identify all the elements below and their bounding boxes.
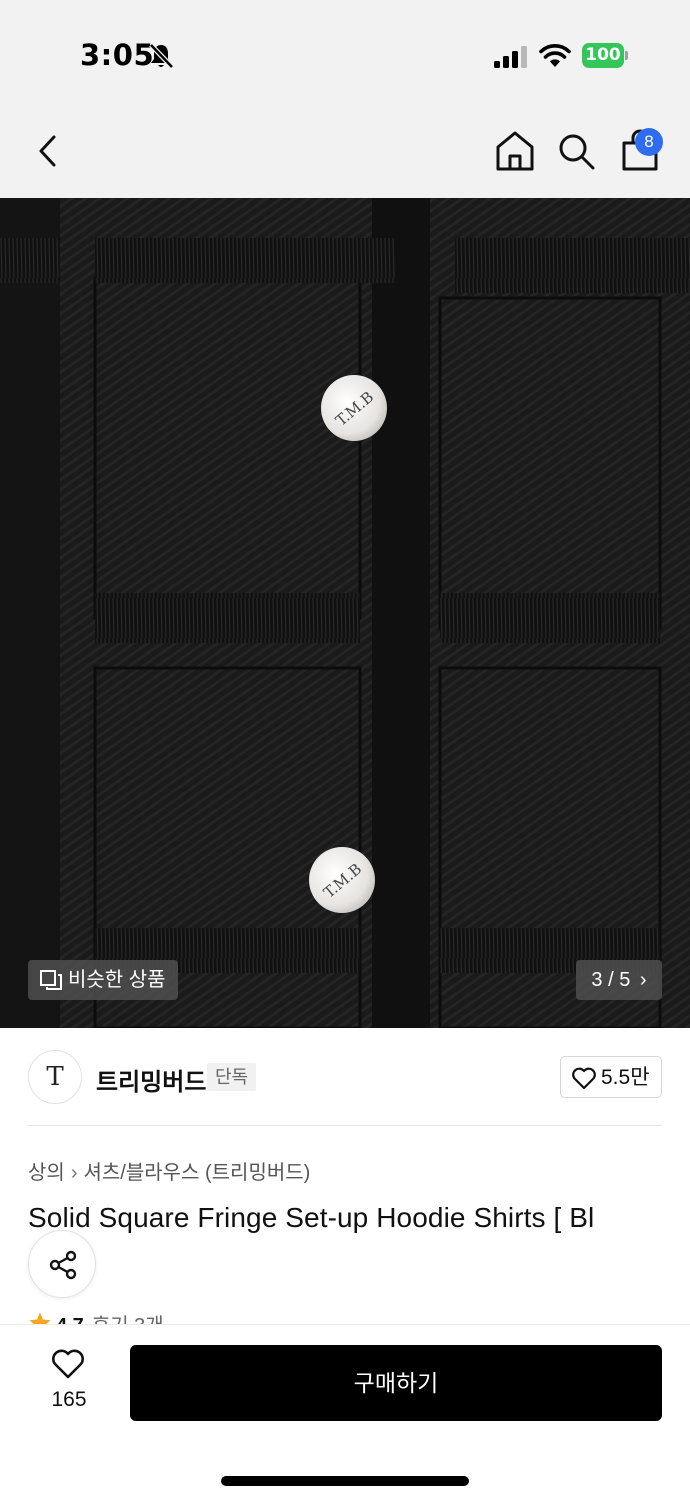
bell-muted-icon xyxy=(149,43,174,69)
rating-row[interactable]: 4.7후기 3개 xyxy=(28,1309,164,1325)
battery-tip xyxy=(625,51,628,60)
share-button[interactable] xyxy=(28,1230,96,1298)
share-icon xyxy=(49,1250,77,1280)
breadcrumb: 상의 › 셔츠/블라우스 (트리밍버드) xyxy=(28,1156,310,1185)
similar-products-button[interactable]: 비슷한 상품 xyxy=(28,960,178,1000)
navigation-bar xyxy=(0,105,690,198)
divider xyxy=(28,1125,662,1126)
breadcrumb-category[interactable]: 상의 xyxy=(28,1156,65,1185)
battery-level: 100 xyxy=(582,43,624,68)
status-time: 3:05 xyxy=(80,38,155,72)
product-image[interactable]: T.M.B T.M.B xyxy=(0,198,690,1028)
brand-like-count: 5.5만 xyxy=(601,1066,650,1089)
fabric-photo: T.M.B T.M.B xyxy=(0,198,690,1028)
similar-stack-icon xyxy=(40,970,62,990)
cart-count-badge: 8 xyxy=(635,128,663,156)
back-arrow-icon[interactable] xyxy=(30,131,66,171)
product-title: Solid Square Fringe Set-up Hoodie Shirts… xyxy=(28,1202,595,1233)
brand-name[interactable]: 트리밍버드 xyxy=(96,1062,206,1097)
page-indicator-text: 3 / 5 xyxy=(591,969,631,991)
brand-logo[interactable]: T xyxy=(28,1050,82,1104)
wishlist-count: 165 xyxy=(51,1388,87,1411)
image-page-indicator[interactable]: 3 / 5 › xyxy=(576,960,662,1000)
chevron-right-icon: › xyxy=(70,1162,78,1184)
wishlist-button[interactable]: 165 xyxy=(30,1346,108,1420)
brand-like-button[interactable]: 5.5만 xyxy=(560,1056,662,1098)
exclusive-badge: 단독 xyxy=(207,1063,257,1091)
buy-button[interactable]: 구매하기 xyxy=(130,1345,662,1421)
heart-outline-icon xyxy=(52,1349,84,1379)
home-indicator xyxy=(221,1476,469,1486)
heart-outline-icon xyxy=(572,1067,596,1090)
search-icon[interactable] xyxy=(556,131,596,171)
cellular-signal-icon xyxy=(494,46,527,68)
star-icon xyxy=(29,1312,51,1325)
similar-products-label: 비슷한 상품 xyxy=(68,969,166,991)
home-icon[interactable] xyxy=(494,129,536,173)
battery-indicator: 100 xyxy=(582,43,628,68)
wifi-icon xyxy=(539,44,571,67)
status-bar: 3:05 100 xyxy=(0,0,690,105)
breadcrumb-subcategory[interactable]: 셔츠/블라우스 (트리밍버드) xyxy=(83,1156,310,1185)
chevron-right-icon: › xyxy=(639,969,647,991)
